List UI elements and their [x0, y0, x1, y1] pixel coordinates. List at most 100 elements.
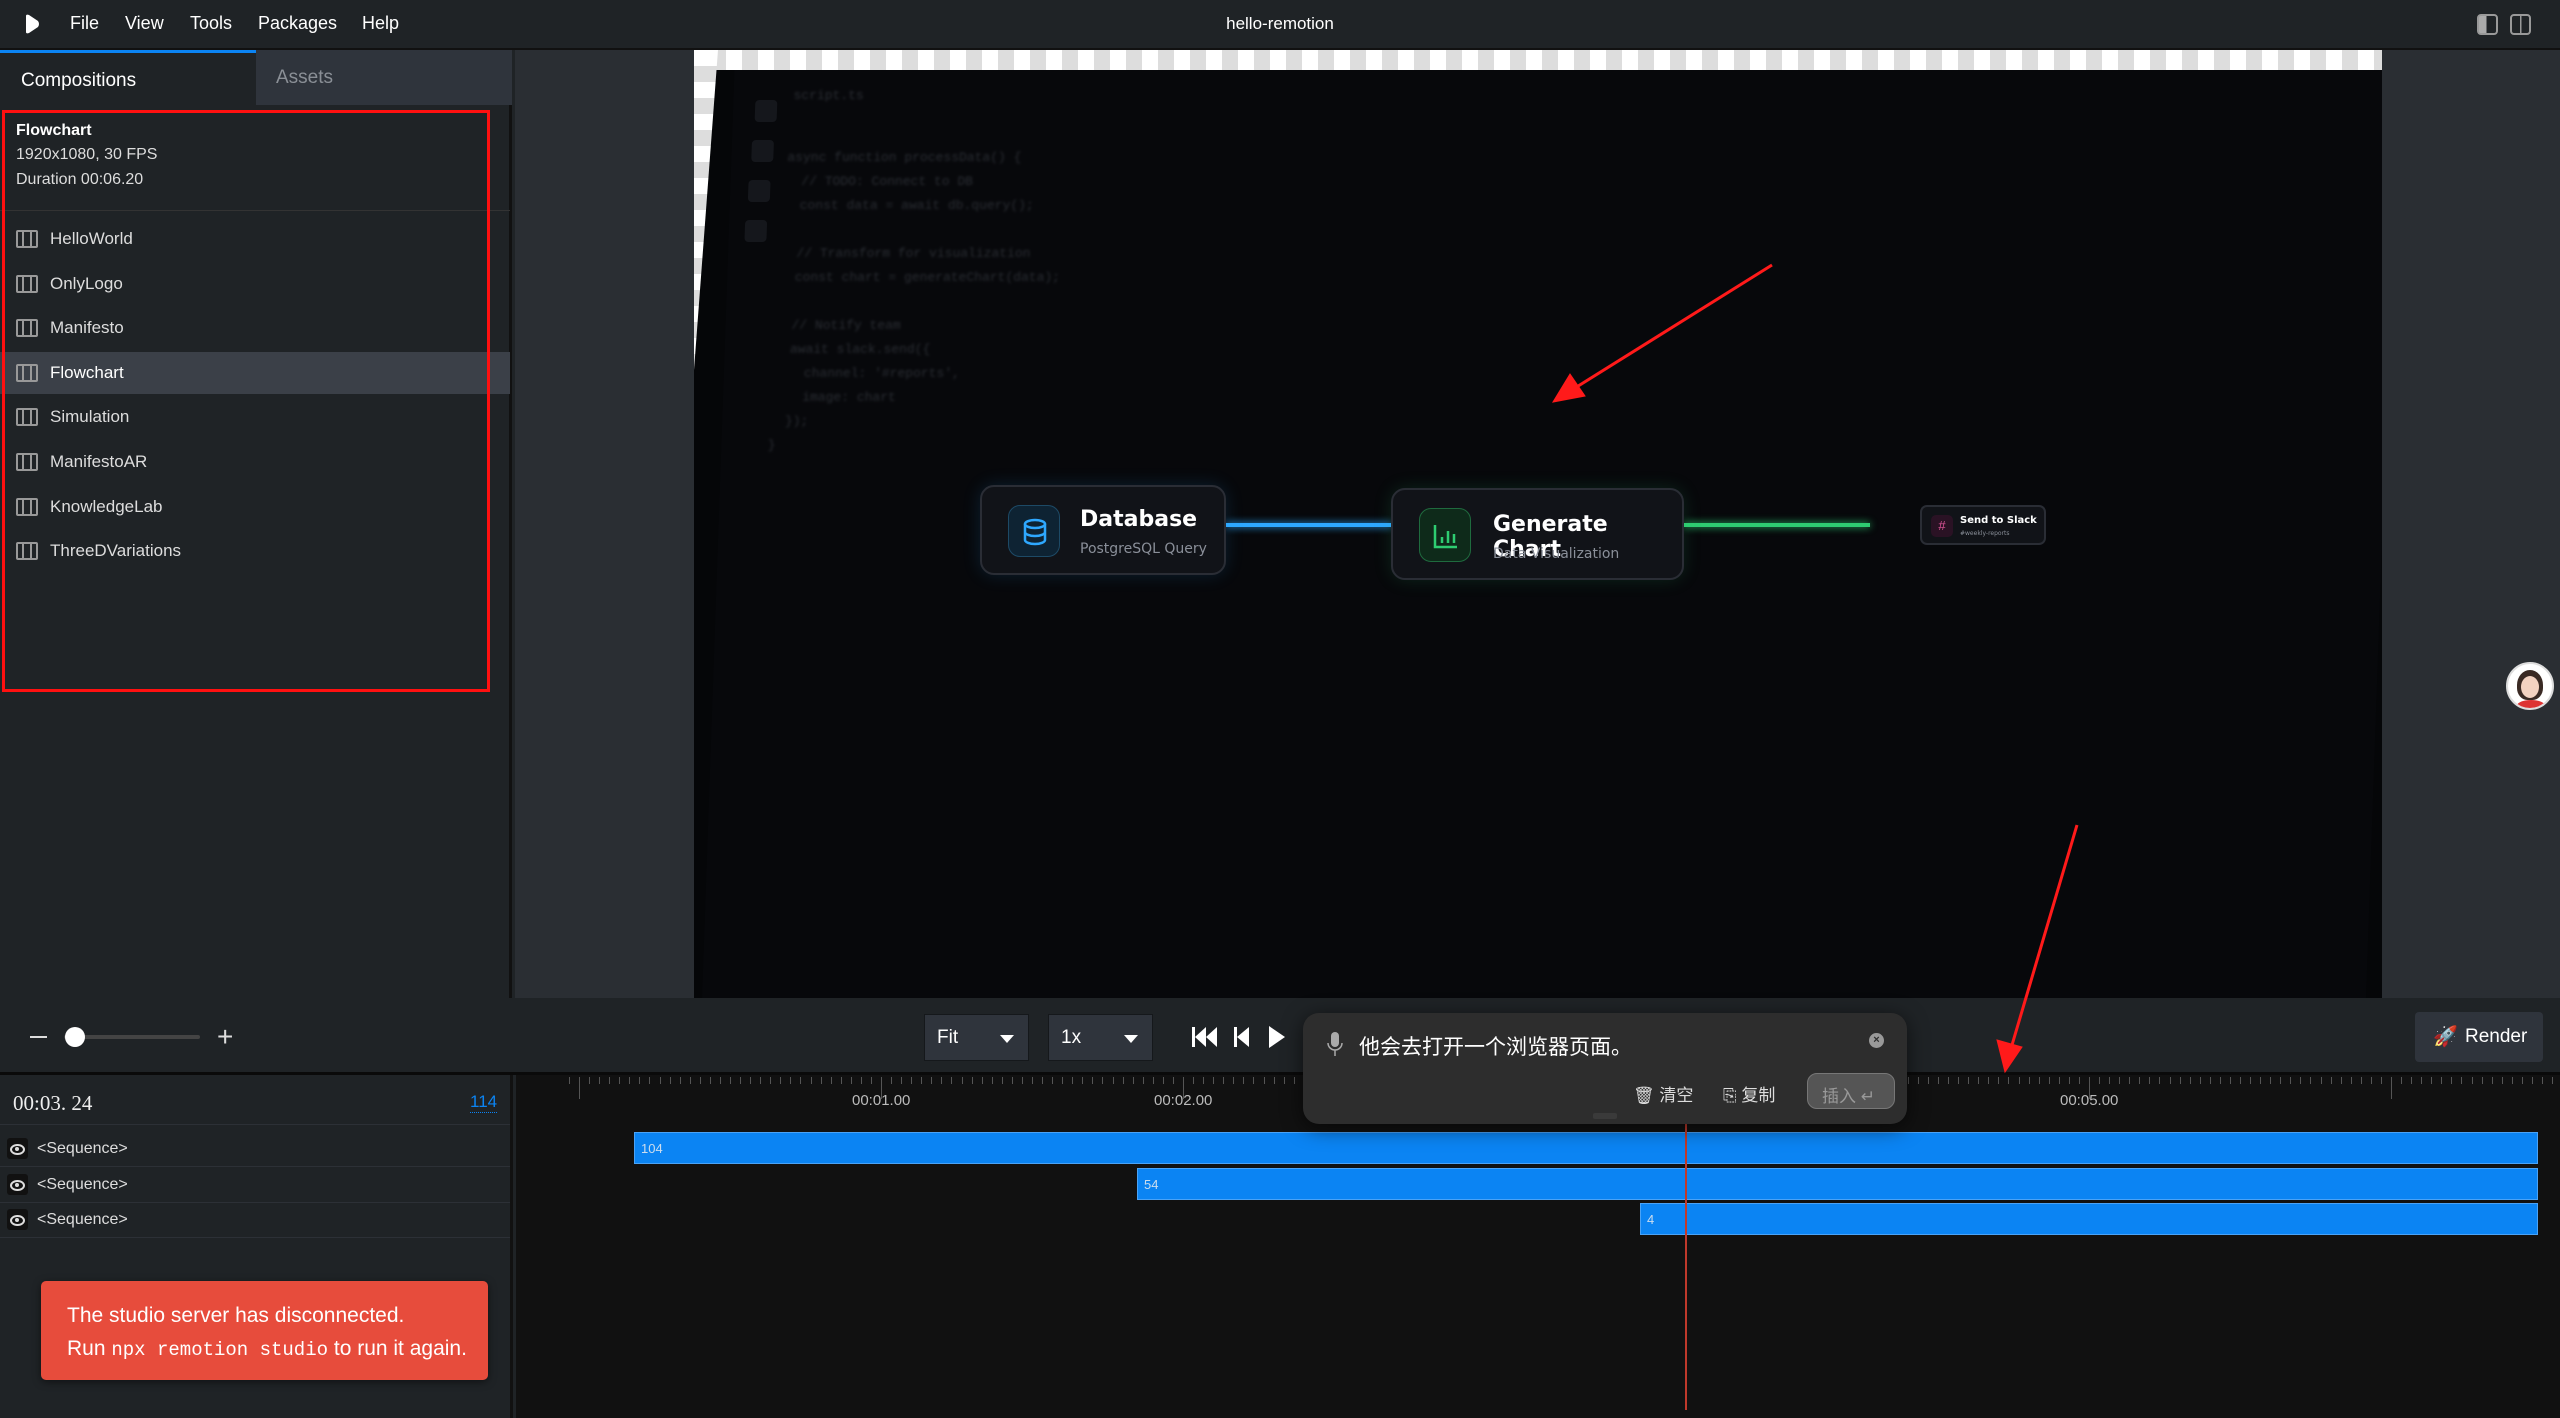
ruler-tick — [870, 1077, 872, 1084]
toggle-left-panel-icon[interactable] — [2477, 14, 2498, 35]
trash-icon: 🗑 — [1633, 1086, 1655, 1105]
node-title: Send to Slack — [1960, 515, 2037, 526]
clear-label: 清空 — [1659, 1086, 1694, 1105]
ruler-tick — [709, 1077, 711, 1084]
ruler-tick — [2008, 1077, 2010, 1084]
ruler-tick — [2280, 1077, 2282, 1084]
ruler-tick — [2109, 1077, 2111, 1084]
ruler-tick — [800, 1077, 802, 1084]
drag-handle[interactable] — [1593, 1113, 1617, 1119]
ruler-tick — [2048, 1077, 2050, 1084]
connector-line — [1226, 523, 1392, 527]
clear-button[interactable]: 🗑 清空 — [1633, 1081, 1693, 1106]
ruler-tick — [2501, 1077, 2503, 1084]
track-row[interactable]: <Sequence> — [0, 1168, 510, 1203]
ruler-tick — [589, 1077, 591, 1084]
ruler-label: 00:05.00 — [2060, 1092, 2119, 1109]
jump-to-start-icon[interactable] — [1192, 1026, 1218, 1048]
sequence-bar[interactable]: 4 — [1640, 1203, 2538, 1235]
track-row[interactable]: <Sequence> — [0, 1203, 510, 1238]
ruler-tick — [679, 1077, 681, 1084]
ruler-tick — [2511, 1077, 2513, 1084]
ruler-tick — [619, 1077, 621, 1084]
ruler-tick — [911, 1077, 913, 1084]
ruler-tick — [2209, 1077, 2211, 1084]
step-back-icon[interactable] — [1234, 1026, 1250, 1048]
bar-chart-icon — [1419, 508, 1471, 562]
microphone-icon — [1327, 1032, 1343, 1056]
ruler-tick — [2320, 1077, 2322, 1084]
chevron-down-icon — [1124, 1035, 1138, 1043]
ruler-tick — [1172, 1077, 1174, 1084]
ruler-tick — [1213, 1077, 1215, 1084]
ruler-tick — [790, 1077, 792, 1084]
ruler-tick — [2240, 1077, 2241, 1084]
code-line: }); — [769, 414, 809, 429]
sequence-bar[interactable]: 54 — [1137, 1168, 2538, 1200]
ruler-tick — [1968, 1077, 1970, 1084]
ruler-tick — [1958, 1077, 1960, 1084]
ruler-tick — [2068, 1077, 2070, 1084]
ruler-tick — [2531, 1077, 2533, 1084]
ruler-tick — [810, 1077, 812, 1084]
window-title: hello-remotion — [1226, 14, 1334, 33]
track-row[interactable]: <Sequence> — [0, 1132, 510, 1167]
avatar[interactable] — [2506, 662, 2554, 710]
speed-select[interactable]: 1x — [1048, 1014, 1153, 1061]
ruler-tick — [820, 1077, 822, 1084]
ruler-tick — [2169, 1077, 2171, 1084]
ruler-tick — [649, 1077, 651, 1084]
ruler-tick — [2179, 1077, 2181, 1084]
copy-button[interactable]: ⎘ 复制 — [1723, 1081, 1775, 1106]
current-frame[interactable]: 114 — [470, 1092, 498, 1113]
render-button[interactable]: 🚀 Render — [2415, 1012, 2543, 1062]
ruler-tick — [599, 1077, 601, 1084]
ruler-tick — [2521, 1077, 2523, 1084]
ruler-tick — [1917, 1077, 1919, 1084]
toggle-right-panel-icon[interactable] — [2510, 14, 2531, 35]
zoom-select[interactable]: Fit — [924, 1014, 1029, 1061]
close-icon[interactable]: × — [1869, 1033, 1884, 1048]
ruler-tick — [1011, 1077, 1013, 1084]
ruler-tick — [740, 1077, 742, 1084]
ruler-tick — [770, 1077, 772, 1084]
ruler-tick — [1112, 1077, 1114, 1084]
sequence-bar[interactable]: 104 — [634, 1132, 2538, 1164]
ruler-tick — [1203, 1077, 1205, 1084]
playhead[interactable] — [1685, 1075, 1687, 1410]
ruler-tick — [639, 1077, 641, 1084]
node-subtitle: #weekly-reports — [1960, 530, 2010, 537]
ruler-tick — [891, 1077, 893, 1084]
zoom-slider-handle[interactable] — [65, 1027, 85, 1047]
insert-button[interactable]: 插入 ↵ — [1807, 1073, 1895, 1109]
eye-icon[interactable] — [7, 1138, 28, 1159]
ruler-tick — [1998, 1077, 2000, 1084]
play-icon[interactable] — [1268, 1025, 1286, 1049]
playback-controls-bar: + Fit 1x 🚀 Render — [0, 998, 2560, 1075]
ruler-tick — [840, 1077, 842, 1084]
ruler-tick — [2370, 1077, 2372, 1084]
zoom-out-icon[interactable] — [30, 1036, 47, 1038]
ruler-tick — [1273, 1077, 1275, 1084]
tab-assets[interactable]: Assets — [256, 50, 512, 105]
ruler-tick — [2401, 1077, 2403, 1084]
ruler-tick — [2159, 1077, 2161, 1084]
rocket-icon: 🚀 — [2433, 1026, 2458, 1048]
ruler-tick — [1021, 1077, 1023, 1084]
eye-icon[interactable] — [7, 1174, 28, 1195]
ruler-tick — [780, 1077, 782, 1084]
transparency-checkerboard — [694, 50, 718, 370]
tab-compositions[interactable]: Compositions — [0, 50, 256, 105]
ruler-tick — [1283, 1077, 1285, 1084]
ruler-tick — [2219, 1077, 2221, 1084]
ruler-tick — [2028, 1077, 2030, 1084]
ruler-tick — [991, 1077, 993, 1084]
ruler-tick — [2290, 1077, 2292, 1084]
ruler-tick — [1263, 1077, 1265, 1084]
eye-icon[interactable] — [7, 1209, 28, 1230]
ruler-tick — [629, 1077, 631, 1084]
toast-command: npx remotion studio — [111, 1339, 329, 1361]
timeline-tracks[interactable] — [516, 1075, 2560, 1418]
zoom-in-icon[interactable]: + — [217, 1023, 233, 1051]
ruler-tick — [2270, 1077, 2272, 1084]
